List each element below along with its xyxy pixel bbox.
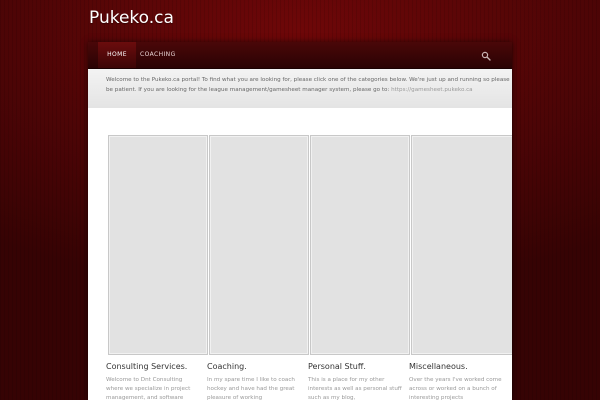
page-wrapper: HOME COACHING Welcome to the Pukeko.ca p… — [88, 42, 512, 400]
category-title-misc[interactable]: Miscellaneous. — [409, 362, 468, 371]
main-navbar: HOME COACHING — [88, 42, 512, 69]
category-text-coaching: In my spare time I like to coach hockey … — [207, 377, 295, 400]
category-tile-consulting[interactable] — [108, 135, 208, 355]
nav-item-coaching[interactable]: COACHING — [140, 42, 175, 68]
category-tile-personal[interactable] — [310, 135, 410, 355]
category-text-personal: This is a place for my other interests a… — [308, 377, 402, 400]
category-text-misc: Over the years I've worked come across o… — [409, 377, 502, 400]
site-logo[interactable]: Pukeko.ca — [89, 8, 174, 28]
category-title-consulting[interactable]: Consulting Services. — [106, 362, 187, 371]
category-tile-coaching[interactable] — [209, 135, 309, 355]
gamesheet-link[interactable]: https://gamesheet.pukeko.ca — [391, 87, 472, 93]
category-title-coaching[interactable]: Coaching. — [207, 362, 247, 371]
welcome-banner: Welcome to the Pukeko.ca portal! To find… — [88, 69, 512, 109]
welcome-text: Welcome to the Pukeko.ca portal! To find… — [106, 75, 510, 95]
category-text-consulting: Welcome to Dnt Consulting where we speci… — [106, 377, 191, 400]
nav-item-home[interactable]: HOME — [98, 42, 136, 68]
category-grid: Consulting Services. Coaching. Personal … — [88, 108, 512, 400]
category-tile-misc[interactable] — [411, 135, 512, 355]
category-title-personal[interactable]: Personal Stuff. — [308, 362, 366, 371]
search-icon[interactable] — [481, 51, 491, 61]
